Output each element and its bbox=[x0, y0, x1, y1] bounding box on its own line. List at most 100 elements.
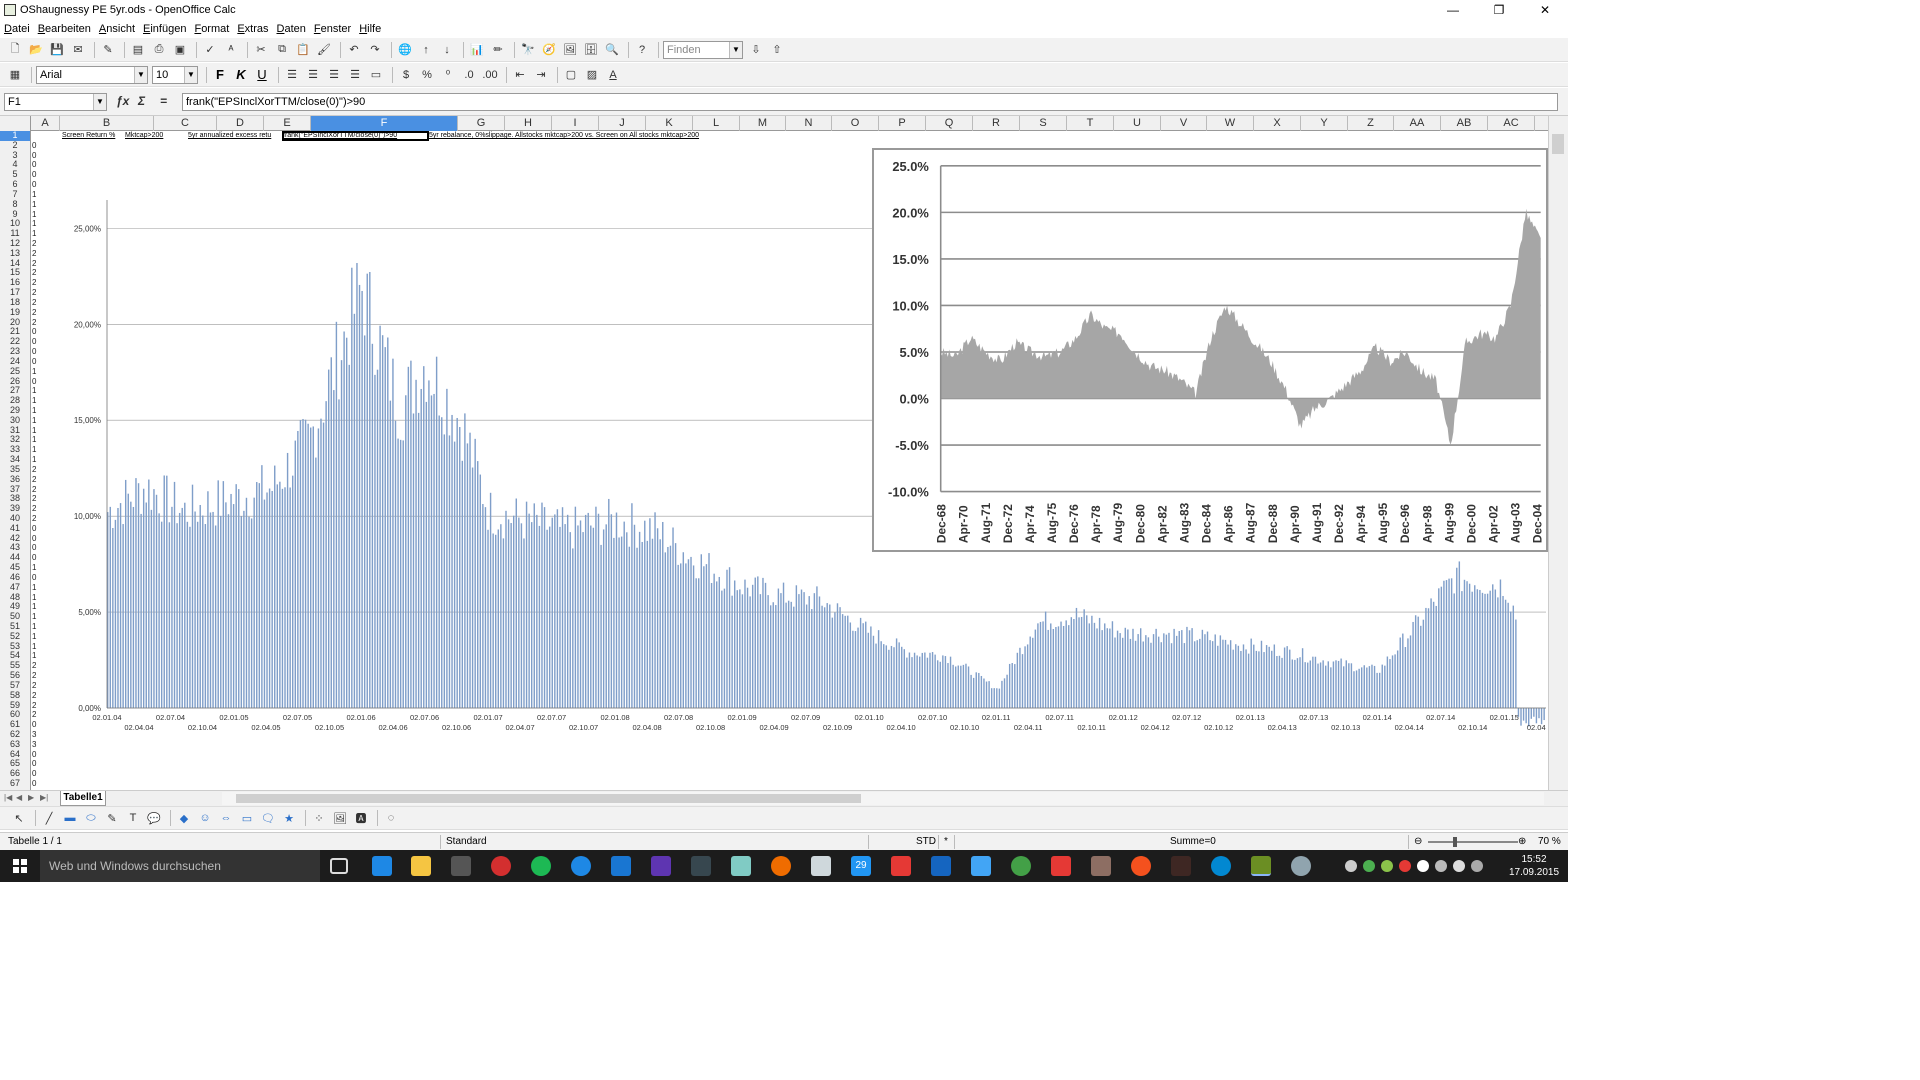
contacts-icon[interactable] bbox=[971, 856, 991, 876]
column-header-x[interactable]: X bbox=[1254, 116, 1301, 131]
store-icon[interactable] bbox=[451, 856, 471, 876]
email-icon[interactable]: ✉ bbox=[69, 41, 87, 59]
cell-d1[interactable]: 5yr annualized excess retu bbox=[188, 131, 271, 141]
vertical-scrollbar[interactable] bbox=[1548, 116, 1568, 790]
taskbar-clock[interactable]: 15:52 17.09.2015 bbox=[1508, 853, 1560, 879]
start-button[interactable] bbox=[0, 850, 40, 882]
align-left-icon[interactable]: ☰ bbox=[283, 66, 301, 84]
paint-app-icon[interactable] bbox=[771, 856, 791, 876]
column-header-l[interactable]: L bbox=[693, 116, 740, 131]
chevron-down-icon[interactable]: ▼ bbox=[93, 94, 106, 110]
redo-icon[interactable]: ↷ bbox=[366, 41, 384, 59]
font-size-select[interactable]: 10 ▼ bbox=[152, 65, 198, 84]
tray-app-icon-3[interactable] bbox=[1399, 860, 1411, 872]
sum-icon[interactable]: Σ bbox=[138, 94, 160, 108]
column-header-u[interactable]: U bbox=[1114, 116, 1161, 131]
merge-cells-icon[interactable]: ▭ bbox=[367, 66, 385, 84]
fontwork-icon[interactable]: 🅰 bbox=[352, 809, 370, 827]
sheet-tab-tabelle1[interactable]: Tabelle1 bbox=[60, 791, 106, 806]
row-header-67[interactable]: 67 bbox=[0, 778, 30, 789]
sort-ascending-icon[interactable]: ↑ bbox=[417, 41, 435, 59]
column-header-r[interactable]: R bbox=[973, 116, 1020, 131]
column-header-o[interactable]: O bbox=[832, 116, 879, 131]
row-header-25[interactable]: 25 bbox=[0, 366, 30, 377]
chart-icon[interactable]: 📊 bbox=[468, 41, 486, 59]
calendar-icon[interactable]: 29 bbox=[851, 856, 871, 876]
chevron-down-icon[interactable]: ▼ bbox=[134, 66, 147, 83]
column-header-d[interactable]: D bbox=[217, 116, 264, 131]
column-header-w[interactable]: W bbox=[1207, 116, 1254, 131]
font-color-icon[interactable]: A bbox=[604, 66, 622, 84]
chevron-down-icon[interactable]: ▼ bbox=[184, 66, 197, 83]
stars-icon[interactable]: ★ bbox=[280, 809, 298, 827]
bold-button[interactable]: F bbox=[211, 67, 229, 82]
menu-format[interactable]: Format bbox=[194, 23, 229, 35]
task-view-icon[interactable] bbox=[330, 858, 348, 874]
line-icon[interactable]: ╱ bbox=[40, 809, 58, 827]
mail-icon[interactable] bbox=[931, 856, 951, 876]
currency-format-icon[interactable]: $ bbox=[397, 66, 415, 84]
cell-b1[interactable]: Screen Return % bbox=[62, 131, 115, 141]
column-header-a[interactable]: A bbox=[31, 116, 60, 131]
function-wizard-icon[interactable]: ƒx bbox=[116, 94, 138, 108]
horizontal-scroll-thumb[interactable] bbox=[236, 794, 861, 803]
power-app-icon[interactable] bbox=[491, 856, 511, 876]
column-header-e[interactable]: E bbox=[264, 116, 311, 131]
column-header-h[interactable]: H bbox=[505, 116, 552, 131]
status-mode[interactable]: STD bbox=[916, 836, 936, 847]
zoom-in-icon[interactable]: ⊕ bbox=[1518, 836, 1526, 847]
last-sheet-icon[interactable]: ▶| bbox=[40, 793, 52, 804]
column-header-q[interactable]: Q bbox=[926, 116, 973, 131]
menu-einfuegen[interactable]: Einfügen bbox=[143, 23, 186, 35]
decrease-indent-icon[interactable]: ⇤ bbox=[511, 66, 529, 84]
ellipse-icon[interactable]: ⬭ bbox=[82, 809, 100, 827]
symbol-shapes-icon[interactable]: ☺ bbox=[196, 809, 214, 827]
sort-descending-icon[interactable]: ↓ bbox=[438, 41, 456, 59]
flowchart-icon[interactable]: ▭ bbox=[238, 809, 256, 827]
cell-a4[interactable]: 0 bbox=[32, 160, 52, 170]
tray-chevron-icon[interactable] bbox=[1345, 860, 1357, 872]
zoom-slider-handle[interactable] bbox=[1453, 837, 1457, 847]
underline-button[interactable]: U bbox=[253, 67, 271, 82]
column-header-s[interactable]: S bbox=[1020, 116, 1067, 131]
zoom-slider[interactable] bbox=[1428, 841, 1518, 843]
zoom-icon[interactable]: 🔍 bbox=[603, 41, 621, 59]
column-header-ac[interactable]: AC bbox=[1488, 116, 1535, 131]
edit-file-icon[interactable]: ✎ bbox=[99, 41, 117, 59]
next-sheet-icon[interactable]: ▶ bbox=[28, 793, 40, 804]
prev-sheet-icon[interactable]: ◀ bbox=[16, 793, 28, 804]
hyperlink-icon[interactable]: 🌐 bbox=[396, 41, 414, 59]
inset-area-chart[interactable]: -10.0% -5.0% 0.0% 5.0% 10.0% 15.0% 20.0% 25.0% D… bbox=[872, 148, 1548, 552]
column-header-n[interactable]: N bbox=[786, 116, 832, 131]
from-file-icon[interactable]: 🖼 bbox=[331, 809, 349, 827]
align-right-icon[interactable]: ☰ bbox=[325, 66, 343, 84]
column-header-k[interactable]: K bbox=[646, 116, 693, 131]
close-button[interactable]: ✕ bbox=[1522, 0, 1568, 20]
block-arrows-icon[interactable]: ⇔ bbox=[217, 809, 235, 827]
cell-a63[interactable]: 3 bbox=[32, 740, 52, 750]
menu-fenster[interactable]: Fenster bbox=[314, 23, 351, 35]
taskbar-search-input[interactable]: Web und Windows durchsuchen bbox=[40, 850, 320, 882]
cell-a3[interactable]: 0 bbox=[32, 151, 52, 161]
export-pdf-icon[interactable]: ▤ bbox=[129, 41, 147, 59]
freeform-icon[interactable]: ✎ bbox=[103, 809, 121, 827]
app-icon-12[interactable] bbox=[811, 856, 831, 876]
menu-datei[interactable]: Datei bbox=[4, 23, 30, 35]
skype-icon[interactable] bbox=[1211, 856, 1231, 876]
visual-studio-icon[interactable] bbox=[651, 856, 671, 876]
copy-icon[interactable]: ⧉ bbox=[273, 41, 291, 59]
column-header-b[interactable]: B bbox=[60, 116, 154, 131]
column-header-f[interactable]: F bbox=[311, 116, 458, 131]
formula-input[interactable]: frank("EPSInclXorTTM/close(0)")>90 bbox=[182, 93, 1558, 111]
column-header-c[interactable]: C bbox=[154, 116, 217, 131]
menu-daten[interactable]: Daten bbox=[277, 23, 306, 35]
draw-functions-icon[interactable]: ✏ bbox=[489, 41, 507, 59]
column-header-p[interactable]: P bbox=[879, 116, 926, 131]
status-style[interactable]: Standard bbox=[446, 836, 487, 847]
wifi-icon[interactable] bbox=[1435, 860, 1447, 872]
background-color-icon[interactable]: ▨ bbox=[583, 66, 601, 84]
maximize-button[interactable]: ❐ bbox=[1476, 0, 1522, 20]
justify-icon[interactable]: ☰ bbox=[346, 66, 364, 84]
name-box[interactable]: F1 ▼ bbox=[4, 93, 107, 111]
delete-decimal-icon[interactable]: .00 bbox=[481, 66, 499, 84]
